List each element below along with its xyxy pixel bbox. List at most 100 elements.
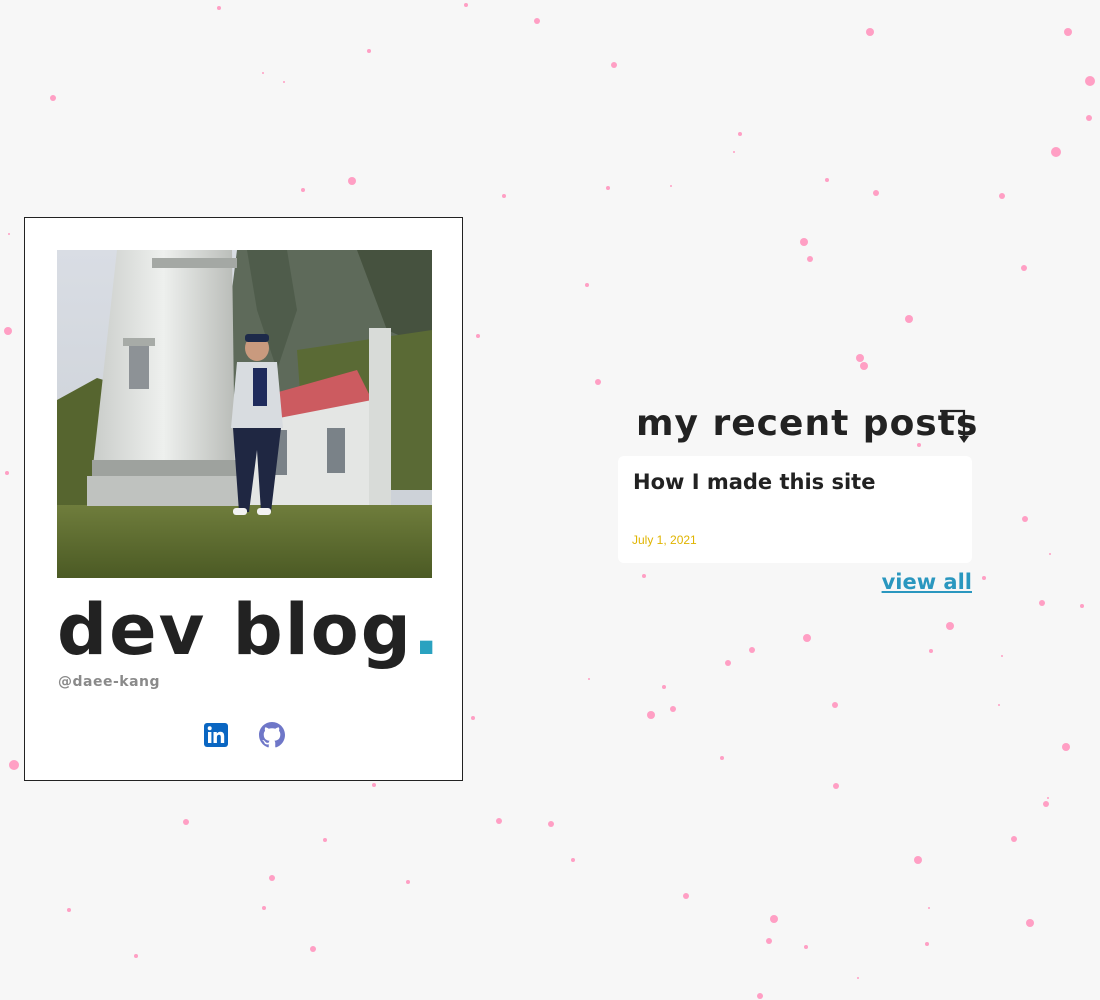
view-all-link[interactable]: view all <box>882 570 972 594</box>
background-dot <box>323 838 327 842</box>
background-dot <box>857 977 859 979</box>
background-dot <box>1047 797 1049 799</box>
post-date: July 1, 2021 <box>632 533 697 547</box>
background-dot <box>738 132 742 136</box>
background-dot <box>367 49 371 53</box>
background-dot <box>800 238 808 246</box>
github-icon <box>258 722 285 748</box>
background-dot <box>8 233 10 235</box>
background-dot <box>4 327 12 335</box>
background-dot <box>946 622 954 630</box>
background-dot <box>757 993 763 999</box>
profile-card: dev blog. @daee-kang <box>24 217 463 781</box>
background-dot <box>183 819 189 825</box>
background-dot <box>502 194 506 198</box>
background-dot <box>471 716 475 720</box>
background-dot <box>585 283 589 287</box>
background-dot <box>929 649 933 653</box>
background-dot <box>50 95 56 101</box>
recent-posts-heading: my recent posts <box>636 403 979 444</box>
background-dot <box>1043 801 1049 807</box>
background-dot <box>866 28 874 36</box>
background-dot <box>269 875 275 881</box>
background-dot <box>749 647 755 653</box>
background-dot <box>856 354 864 362</box>
background-dot <box>606 186 610 190</box>
background-dot <box>1026 919 1034 927</box>
background-dot <box>860 362 868 370</box>
background-dot <box>283 81 285 83</box>
background-dot <box>67 908 71 912</box>
background-dot <box>595 379 601 385</box>
post-title[interactable]: How I made this site <box>633 470 875 494</box>
background-dot <box>548 821 554 827</box>
background-dot <box>720 756 724 760</box>
background-dot <box>406 880 410 884</box>
background-dot <box>301 188 305 192</box>
background-dot <box>1049 553 1051 555</box>
background-dot <box>832 702 838 708</box>
background-dot <box>9 760 19 770</box>
background-dot <box>476 334 480 338</box>
background-dot <box>348 177 356 185</box>
background-dot <box>1085 76 1095 86</box>
background-dot <box>733 151 735 153</box>
background-dot <box>928 907 930 909</box>
background-dot <box>534 18 540 24</box>
background-dot <box>833 783 839 789</box>
background-dot <box>807 256 813 262</box>
linkedin-link[interactable] <box>203 722 229 748</box>
background-dot <box>372 783 376 787</box>
background-dot <box>1086 115 1092 121</box>
background-dot <box>217 6 221 10</box>
background-dot <box>588 678 590 680</box>
background-dot <box>1039 600 1045 606</box>
background-dot <box>766 938 772 944</box>
user-handle: @daee-kang <box>58 674 161 690</box>
background-dot <box>1021 265 1027 271</box>
background-dot <box>134 954 138 958</box>
background-dot <box>642 574 646 578</box>
background-dot <box>1064 28 1072 36</box>
background-dot <box>804 945 808 949</box>
background-dot <box>1062 743 1070 751</box>
background-dot <box>611 62 617 68</box>
post-card[interactable]: How I made this site July 1, 2021 <box>618 456 972 563</box>
background-dot <box>5 471 9 475</box>
background-dot <box>1080 604 1084 608</box>
blog-title-dot: . <box>412 589 442 671</box>
page: dev blog. @daee-kang my recent posts How… <box>0 0 1100 1000</box>
background-dot <box>1011 836 1017 842</box>
background-dot <box>1022 516 1028 522</box>
background-dot <box>925 942 929 946</box>
background-dot <box>662 685 666 689</box>
background-dot <box>310 946 316 952</box>
background-dot <box>825 178 829 182</box>
background-dot <box>496 818 502 824</box>
background-dot <box>725 660 731 666</box>
background-dot <box>982 576 986 580</box>
github-link[interactable] <box>258 722 285 748</box>
background-dot <box>464 3 468 7</box>
profile-photo <box>57 250 432 578</box>
background-dot <box>262 72 264 74</box>
background-dot <box>1001 655 1003 657</box>
blog-title: dev blog. <box>57 590 441 670</box>
background-dot <box>647 711 655 719</box>
background-dot <box>670 706 676 712</box>
social-links <box>25 722 462 748</box>
blog-title-text: dev blog <box>57 589 413 671</box>
background-dot <box>1051 147 1061 157</box>
background-dot <box>803 634 811 642</box>
background-dot <box>770 915 778 923</box>
background-dot <box>683 893 689 899</box>
background-dot <box>571 858 575 862</box>
lighthouse-photo <box>57 250 432 578</box>
background-dot <box>262 906 266 910</box>
background-dot <box>914 856 922 864</box>
arrow-down-right-icon <box>940 409 969 443</box>
background-dot <box>670 185 672 187</box>
linkedin-icon <box>203 723 228 747</box>
background-dot <box>905 315 913 323</box>
background-dot <box>873 190 879 196</box>
